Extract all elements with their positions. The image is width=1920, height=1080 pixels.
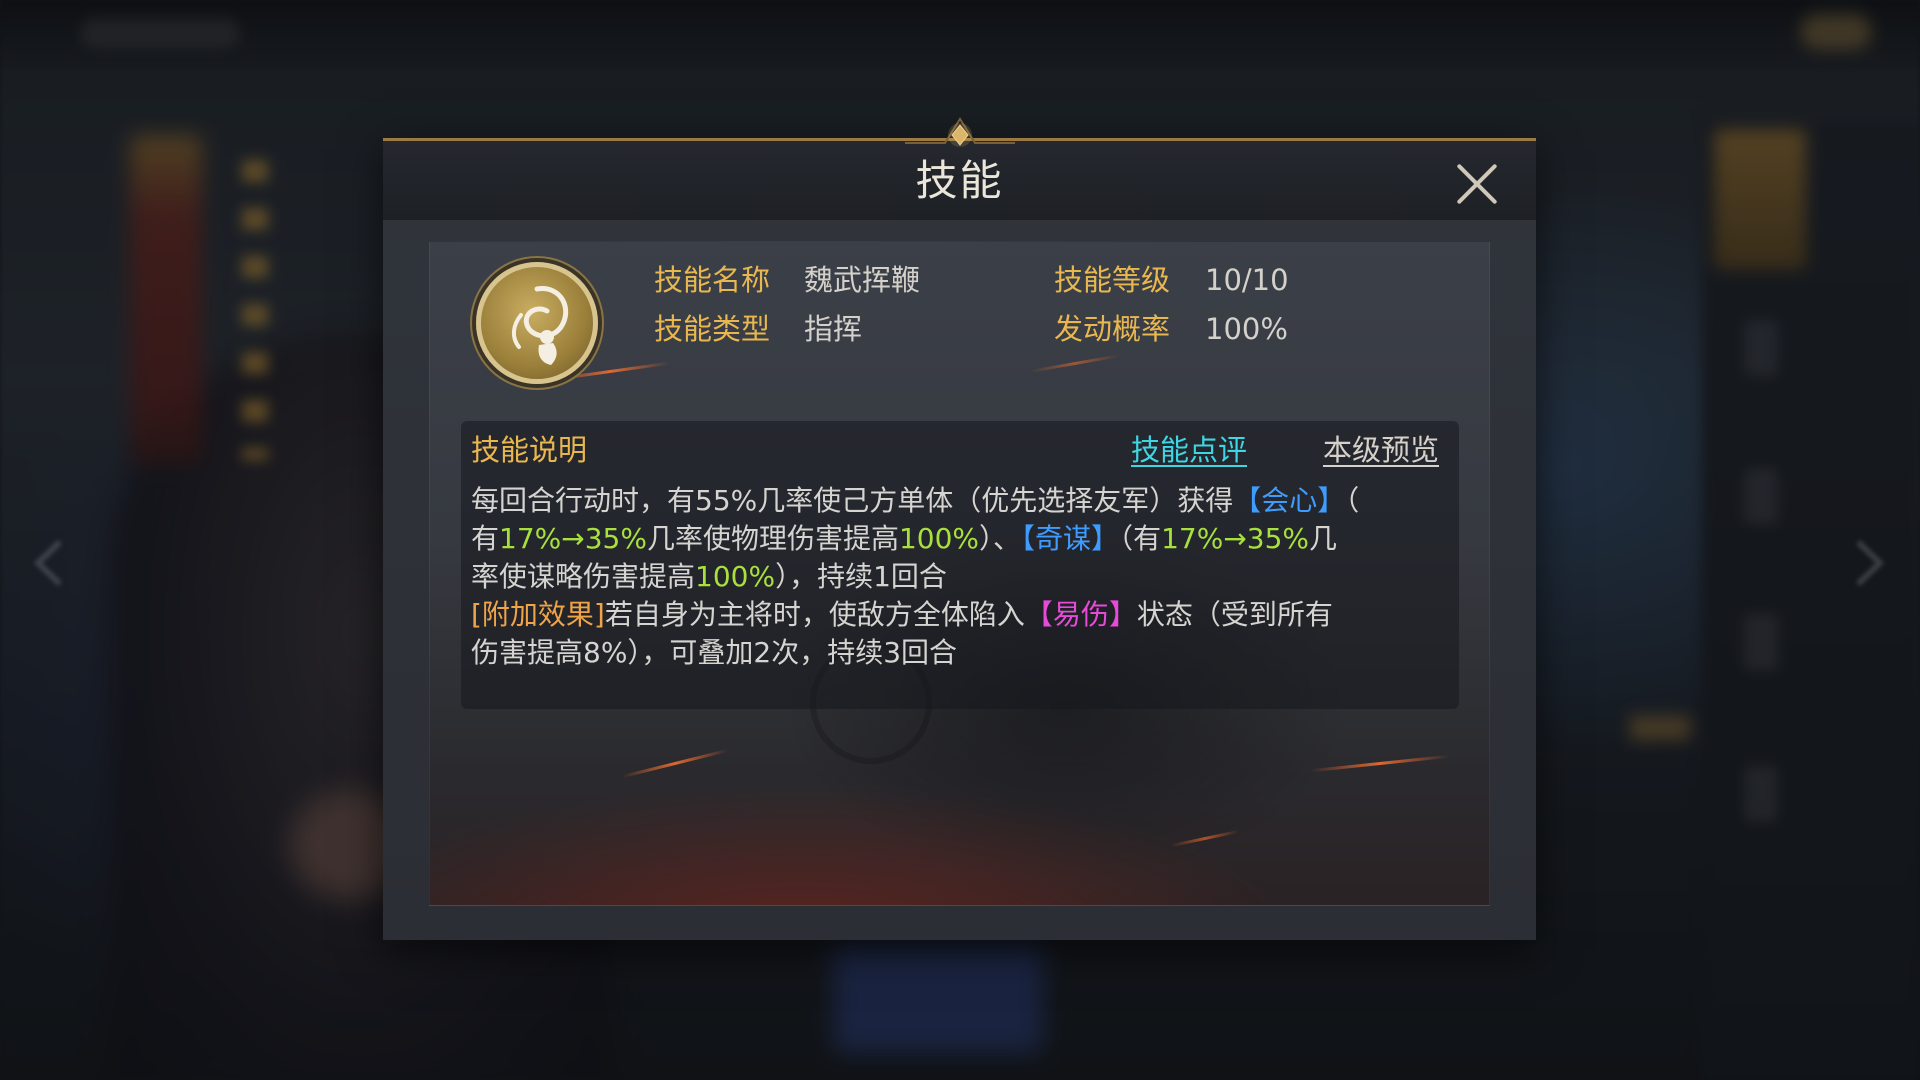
- extra-effect-tag: [附加效果]: [471, 598, 605, 631]
- dialog-title: 技能: [915, 156, 1004, 205]
- description-line: 伤害提高8%），可叠加2次，持续3回合: [471, 634, 1451, 672]
- keyword-vulnerable: 【易伤】: [1024, 598, 1137, 631]
- skill-description-box: 技能说明 技能点评 本级预览 每回合行动时，有55%几率使己方单体（优先选择友军…: [461, 421, 1459, 709]
- skill-level-value: 10/10: [1205, 263, 1289, 297]
- description-segment: （有: [1119, 522, 1162, 555]
- ember-streak: [1170, 829, 1240, 848]
- description-segment: ）、: [979, 522, 1022, 555]
- trigger-chance-value: 100%: [1205, 312, 1288, 346]
- highlight-value: 100%: [898, 522, 980, 555]
- description-segment: 伤害提高8%），可叠加2次，持续3回合: [471, 636, 958, 669]
- skill-review-link[interactable]: 技能点评: [1131, 430, 1247, 470]
- description-segment: 每回合行动时，有55%几率使己方单体（优先选择友军）获得: [471, 484, 1234, 517]
- trigger-chance-label: 发动概率: [1054, 312, 1171, 346]
- ember-streak: [1030, 354, 1120, 373]
- ember-streak: [1310, 754, 1450, 773]
- description-title: 技能说明: [471, 433, 588, 467]
- description-line: 有17%→35%几率使物理伤害提高100%）、【奇谋】（有17%→35%几: [471, 520, 1451, 558]
- skill-detail-panel: 技能名称 魏武挥鞭 技能等级 10/10 技能类型 指挥 发动概率 100% 技…: [429, 241, 1490, 906]
- level-preview-link[interactable]: 本级预览: [1323, 430, 1439, 470]
- keyword-critical: 【会心】: [1233, 484, 1346, 517]
- skill-type-label: 技能类型: [654, 312, 771, 346]
- skill-type-value: 指挥: [804, 312, 863, 346]
- dialog-header: 技能: [383, 117, 1536, 220]
- description-line: [附加效果]若自身为主将时，使敌方全体陷入【易伤】状态（受到所有: [471, 596, 1451, 634]
- description-segment: （: [1345, 484, 1360, 517]
- skill-name-value: 魏武挥鞭: [804, 263, 921, 297]
- description-line: 率使谋略伤害提高100%），持续1回合: [471, 558, 1451, 596]
- description-segment: 有: [471, 522, 500, 555]
- description-segment: ），持续1回合: [775, 560, 947, 593]
- description-segment: 几: [1309, 522, 1338, 555]
- description-segment: 若自身为主将时，使敌方全体陷入: [604, 598, 1025, 631]
- highlight-value: 17%→35%: [499, 522, 647, 555]
- skill-level-label: 技能等级: [1054, 263, 1171, 297]
- description-text: 每回合行动时，有55%几率使己方单体（优先选择友军）获得【会心】（ 有17%→3…: [471, 482, 1451, 672]
- ember-streak: [621, 748, 729, 779]
- highlight-value: 100%: [695, 560, 776, 593]
- close-icon[interactable]: [1454, 161, 1500, 207]
- skill-dialog: 技能 技能名称 魏武挥鞭 技能等级 10/10 技能类型 指挥 发动概率 100…: [383, 117, 1536, 940]
- description-segment: 状态（受到所有: [1136, 598, 1333, 631]
- highlight-value: 17%→35%: [1161, 522, 1310, 555]
- description-line: 每回合行动时，有55%几率使己方单体（优先选择友军）获得【会心】（: [471, 482, 1451, 520]
- whip-icon: [476, 262, 598, 384]
- description-segment: 几率使物理伤害提高: [646, 522, 899, 555]
- skill-name-label: 技能名称: [654, 263, 771, 297]
- description-segment: 率使谋略伤害提高: [471, 560, 696, 593]
- keyword-stratagem: 【奇谋】: [1021, 522, 1120, 555]
